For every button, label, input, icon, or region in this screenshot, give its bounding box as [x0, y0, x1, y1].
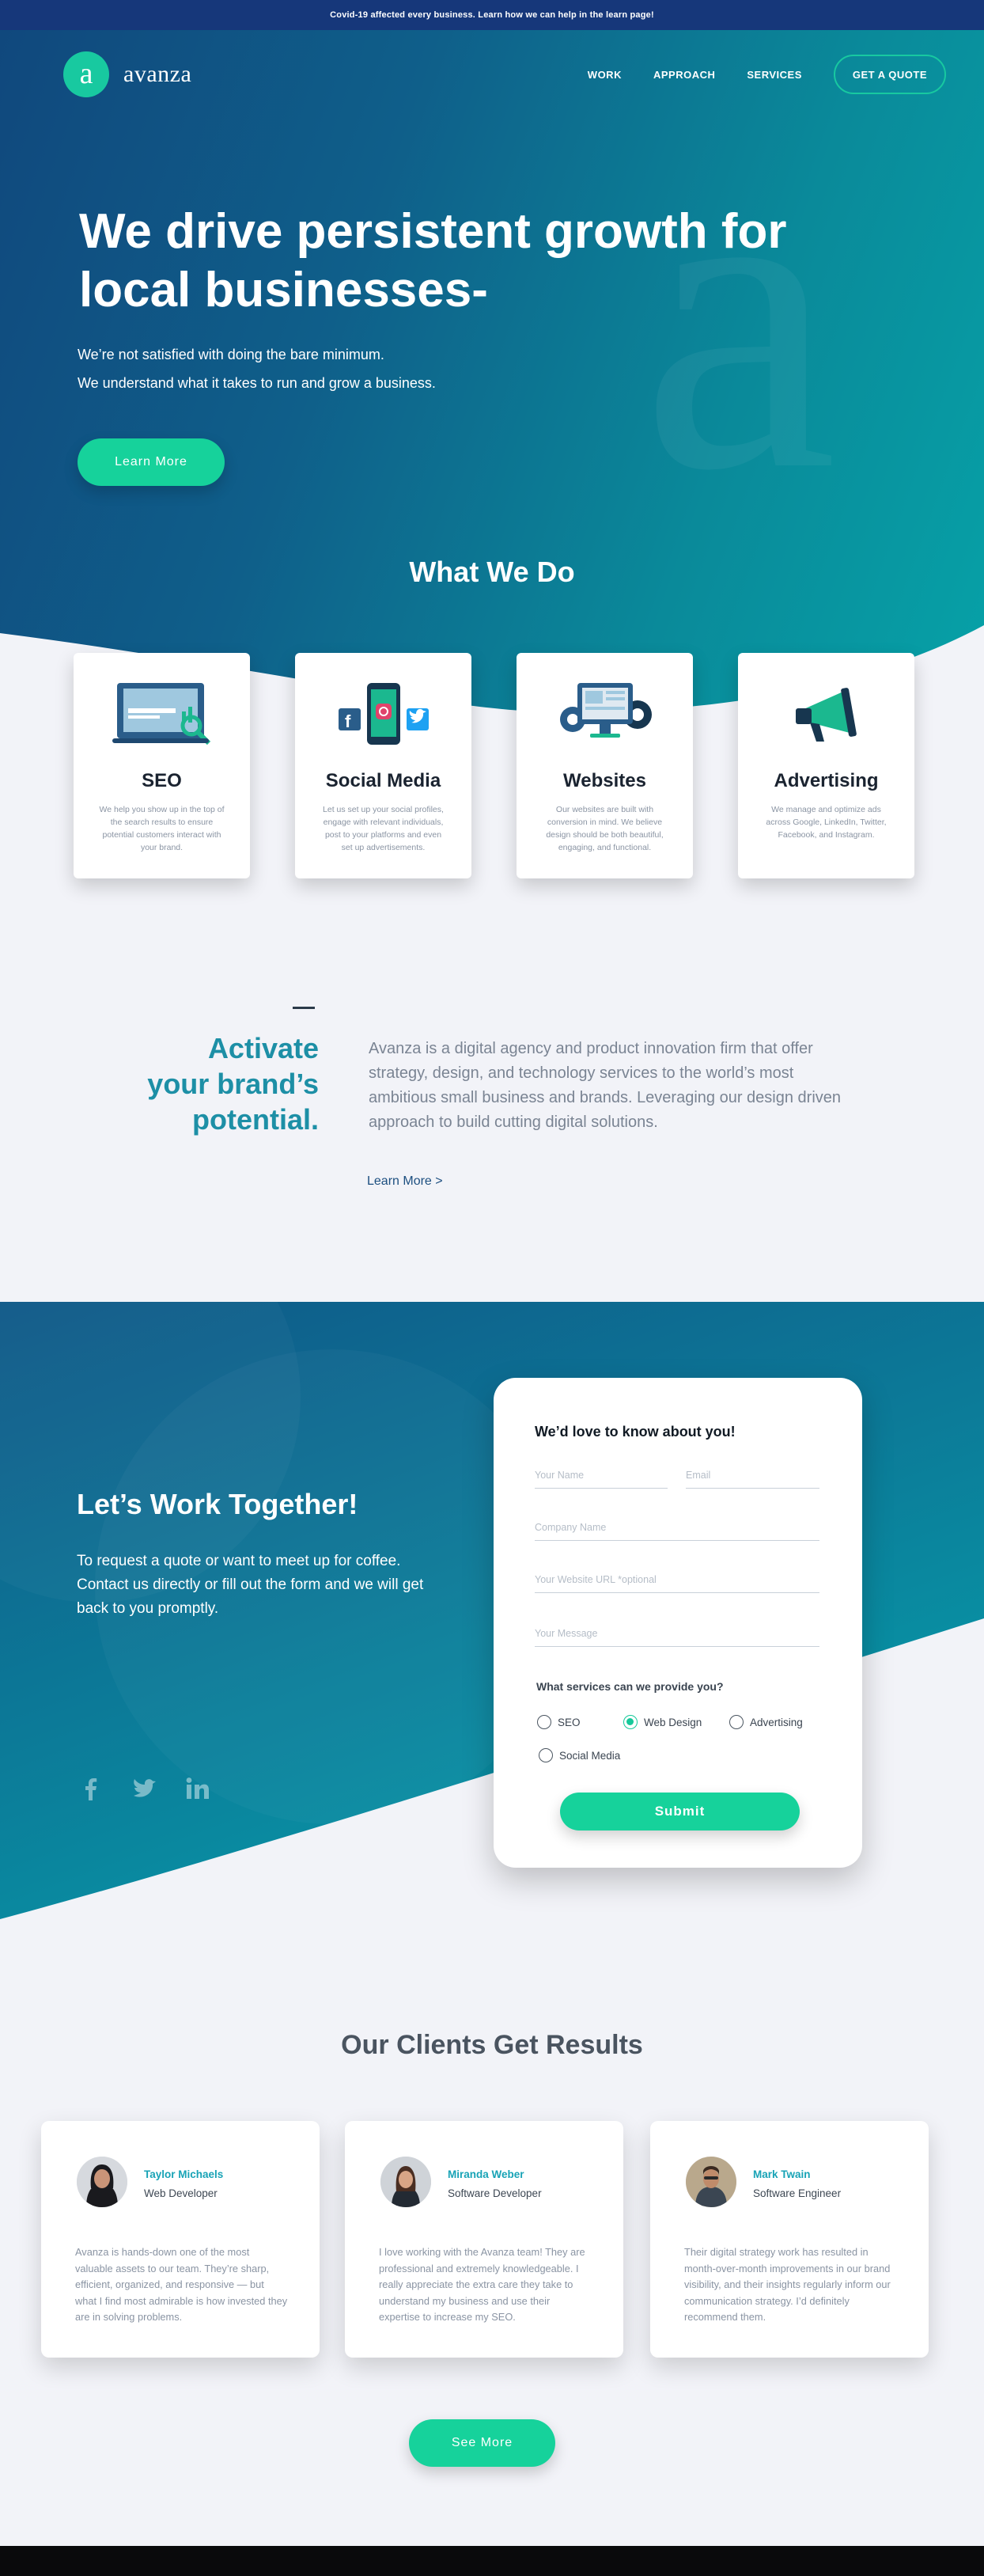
service-card-title: Social Media: [325, 770, 441, 791]
radio-seo[interactable]: SEO: [537, 1715, 581, 1729]
website-monitor-icon: [559, 683, 652, 738]
website-url-field[interactable]: Your Website URL *optional: [535, 1573, 819, 1593]
testimonial-quote: I love working with the Avanza team! The…: [379, 2246, 585, 2323]
avatar: [77, 2157, 127, 2207]
about-paragraph: Avanza is a digital agency and product i…: [369, 1040, 842, 1131]
footer-bar: [0, 2546, 984, 2576]
radio-circle[interactable]: [729, 1715, 744, 1729]
hero-subtitle-line: We understand what it takes to run and g…: [78, 375, 436, 391]
service-card-text: Let us set up your social profiles, enga…: [323, 805, 444, 852]
hero-title: We drive persistent growth for local bus…: [79, 203, 791, 320]
radio-circle[interactable]: [537, 1715, 551, 1729]
social-phone-icon: f: [338, 683, 429, 745]
linkedin-icon[interactable]: [182, 1774, 214, 1803]
testimonial-card: Taylor Michaels Web Developer Avanza is …: [41, 2121, 320, 2358]
testimonial-card: Mark Twain Software Engineer Their digit…: [650, 2121, 929, 2358]
activate-heading-line: Activate: [207, 1032, 319, 1064]
activate-heading-line: potential.: [192, 1103, 319, 1136]
nav-approach[interactable]: APPROACH: [653, 69, 715, 81]
form-title: We’d love to know about you!: [535, 1424, 736, 1440]
hero-title-line: local businesses-: [79, 263, 488, 317]
svg-text:f: f: [345, 711, 351, 731]
radio-circle[interactable]: [539, 1748, 553, 1762]
activate-heading-line: your brand’s: [147, 1068, 319, 1100]
hero-subtitle-line: We’re not satisfied with doing the bare …: [78, 347, 384, 362]
radio-label: Advertising: [750, 1716, 803, 1728]
main-nav: WORK APPROACH SERVICES GET A QUOTE: [556, 55, 946, 94]
service-card-social-media[interactable]: f Social Media Let us set up your social…: [295, 653, 471, 878]
testimonial-card: Miranda Weber Software Developer I love …: [345, 2121, 623, 2358]
quote-form: We’d love to know about you! Your Name E…: [494, 1378, 862, 1868]
service-card-title: SEO: [142, 770, 182, 791]
submit-button[interactable]: Submit: [560, 1793, 800, 1831]
radio-label: Web Design: [644, 1716, 702, 1728]
testimonial-role: Software Developer: [448, 2187, 542, 2199]
radio-social-media[interactable]: Social Media: [539, 1748, 620, 1762]
radio-web-design[interactable]: Web Design: [623, 1715, 702, 1729]
service-card-advertising[interactable]: Advertising We manage and optimize ads a…: [738, 653, 914, 878]
company-name-field[interactable]: Company Name: [535, 1520, 819, 1541]
contact-title: Let’s Work Together!: [77, 1488, 358, 1520]
service-card-seo[interactable]: SEO We help you show up in the top of th…: [74, 653, 250, 878]
about-learn-more-link[interactable]: Learn More >: [367, 1174, 443, 1189]
get-a-quote-button[interactable]: GET A QUOTE: [833, 55, 946, 94]
logo-wordmark: avanza: [123, 61, 192, 87]
radio-advertising[interactable]: Advertising: [729, 1715, 803, 1729]
avatar: [380, 2157, 431, 2207]
message-field[interactable]: Your Message: [535, 1626, 819, 1647]
logo[interactable]: a avanza: [63, 51, 191, 97]
seo-laptop-icon: [112, 683, 210, 745]
email-field[interactable]: Email: [686, 1468, 819, 1489]
testimonial-name[interactable]: Taylor Michaels: [144, 2168, 223, 2180]
services-cards: SEO We help you show up in the top of th…: [74, 653, 914, 878]
name-field[interactable]: Your Name: [535, 1468, 668, 1489]
what-we-do-heading: What We Do: [409, 556, 575, 588]
testimonial-name[interactable]: Miranda Weber: [448, 2168, 524, 2180]
radio-circle-selected[interactable]: [623, 1715, 638, 1729]
hero-title-line: We drive persistent growth for: [79, 204, 787, 259]
announcement-bar[interactable]: Covid-19 affected every business. Learn …: [0, 0, 984, 30]
announcement-text[interactable]: Covid-19 affected every business. Learn …: [330, 10, 654, 20]
nav-work[interactable]: WORK: [588, 69, 622, 81]
twitter-icon[interactable]: [129, 1774, 161, 1803]
service-card-websites[interactable]: Websites Our websites are built with con…: [517, 653, 693, 878]
service-card-title: Websites: [563, 770, 646, 791]
see-more-button[interactable]: See More: [409, 2419, 555, 2467]
section-dash: [293, 1007, 315, 1009]
avatar: [686, 2157, 736, 2207]
testimonial-quote: Their digital strategy work has resulted…: [684, 2246, 891, 2323]
logo-mark: a: [63, 51, 109, 97]
megaphone-icon: [795, 688, 857, 742]
testimonial-role: Web Developer: [144, 2187, 218, 2199]
facebook-icon[interactable]: [74, 1774, 106, 1803]
services-question: What services can we provide you?: [536, 1680, 724, 1693]
testimonial-name[interactable]: Mark Twain: [753, 2168, 811, 2180]
activate-heading: Activate your brand’s potential.: [95, 1030, 319, 1137]
learn-more-button[interactable]: Learn More: [78, 438, 225, 486]
testimonial-role: Software Engineer: [753, 2187, 842, 2199]
service-card-text: We manage and optimize ads across Google…: [766, 805, 887, 840]
service-card-text: We help you show up in the top of the se…: [99, 805, 225, 852]
hero-subtitle: We’re not satisfied with doing the bare …: [78, 340, 436, 397]
clients-results-heading: Our Clients Get Results: [341, 2030, 643, 2060]
contact-text: To request a quote or want to meet up fo…: [77, 1553, 424, 1617]
service-card-text: Our websites are built with conversion i…: [546, 805, 664, 852]
service-card-title: Advertising: [774, 770, 879, 791]
nav-services[interactable]: SERVICES: [747, 69, 802, 81]
testimonial-quote: Avanza is hands-down one of the most val…: [75, 2246, 288, 2323]
radio-label: SEO: [558, 1716, 581, 1728]
radio-label: Social Media: [559, 1749, 621, 1762]
